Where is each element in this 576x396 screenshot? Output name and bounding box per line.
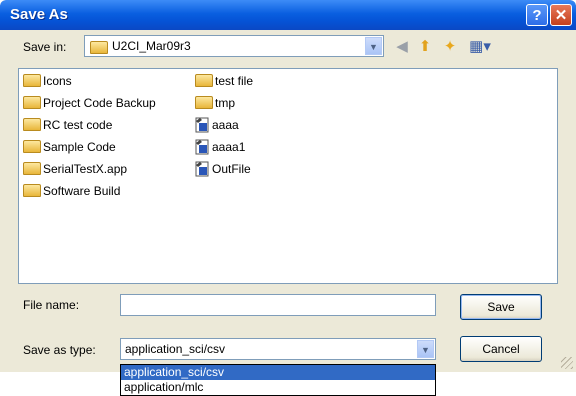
folder-icon xyxy=(195,96,213,110)
folder-icon xyxy=(23,184,41,198)
list-item[interactable]: aaaa xyxy=(195,116,239,134)
save-as-type-value: application_sci/csv xyxy=(125,342,226,356)
file-icon xyxy=(195,139,209,155)
folder-icon xyxy=(23,74,41,88)
view-menu-icon[interactable]: ▦▾ xyxy=(464,37,496,57)
file-icon xyxy=(195,161,209,177)
close-button[interactable]: ✕ xyxy=(550,4,572,26)
folder-icon xyxy=(23,140,41,154)
folder-icon xyxy=(195,74,213,88)
save-button[interactable]: Save xyxy=(460,294,542,320)
save-as-type-dropdown-list[interactable]: application_sci/csv application/mlc xyxy=(120,364,436,396)
list-item[interactable]: Sample Code xyxy=(23,138,116,156)
save-in-combo[interactable]: U2CI_Mar09r3 ▼ xyxy=(84,35,384,57)
list-item[interactable]: test file xyxy=(195,72,253,90)
list-item[interactable]: RC test code xyxy=(23,116,112,134)
folder-icon xyxy=(23,162,41,176)
save-as-type-combo[interactable]: application_sci/csv ▼ xyxy=(120,338,436,360)
dialog-title: Save As xyxy=(10,6,68,23)
up-folder-icon[interactable]: ⬆ xyxy=(415,37,435,57)
folder-icon xyxy=(90,41,108,54)
save-in-label: Save in: xyxy=(23,40,67,54)
chevron-down-icon[interactable]: ▼ xyxy=(417,340,434,358)
file-icon xyxy=(195,117,209,133)
dropdown-option[interactable]: application_sci/csv xyxy=(121,365,435,380)
folder-icon xyxy=(23,118,41,132)
folder-icon xyxy=(23,96,41,110)
list-item[interactable]: SerialTestX.app xyxy=(23,160,127,178)
help-button[interactable]: ? xyxy=(526,4,548,26)
list-item[interactable]: tmp xyxy=(195,94,235,112)
file-list[interactable]: Icons Project Code Backup RC test code S… xyxy=(18,68,558,284)
chevron-down-icon[interactable]: ▼ xyxy=(365,37,382,55)
list-item[interactable]: Icons xyxy=(23,72,72,90)
save-in-value: U2CI_Mar09r3 xyxy=(112,39,191,53)
save-as-dialog: Save As ? ✕ Save in: U2CI_Mar09r3 ▼ ◀ ⬆ … xyxy=(0,0,576,372)
list-item[interactable]: Software Build xyxy=(23,182,120,200)
new-folder-icon[interactable]: ✦ xyxy=(440,37,460,57)
title-bar[interactable]: Save As ? ✕ xyxy=(0,0,576,30)
list-item[interactable]: OutFile xyxy=(195,160,251,178)
cancel-button[interactable]: Cancel xyxy=(460,336,542,362)
list-item[interactable]: aaaa1 xyxy=(195,138,245,156)
file-name-field[interactable] xyxy=(120,294,436,316)
file-name-label: File name: xyxy=(23,298,80,312)
resize-grip[interactable] xyxy=(561,357,573,369)
dropdown-option[interactable]: application/mlc xyxy=(121,380,435,395)
list-item[interactable]: Project Code Backup xyxy=(23,94,156,112)
back-arrow-icon[interactable]: ◀ xyxy=(392,37,412,57)
save-as-type-label: Save as type: xyxy=(23,343,96,357)
